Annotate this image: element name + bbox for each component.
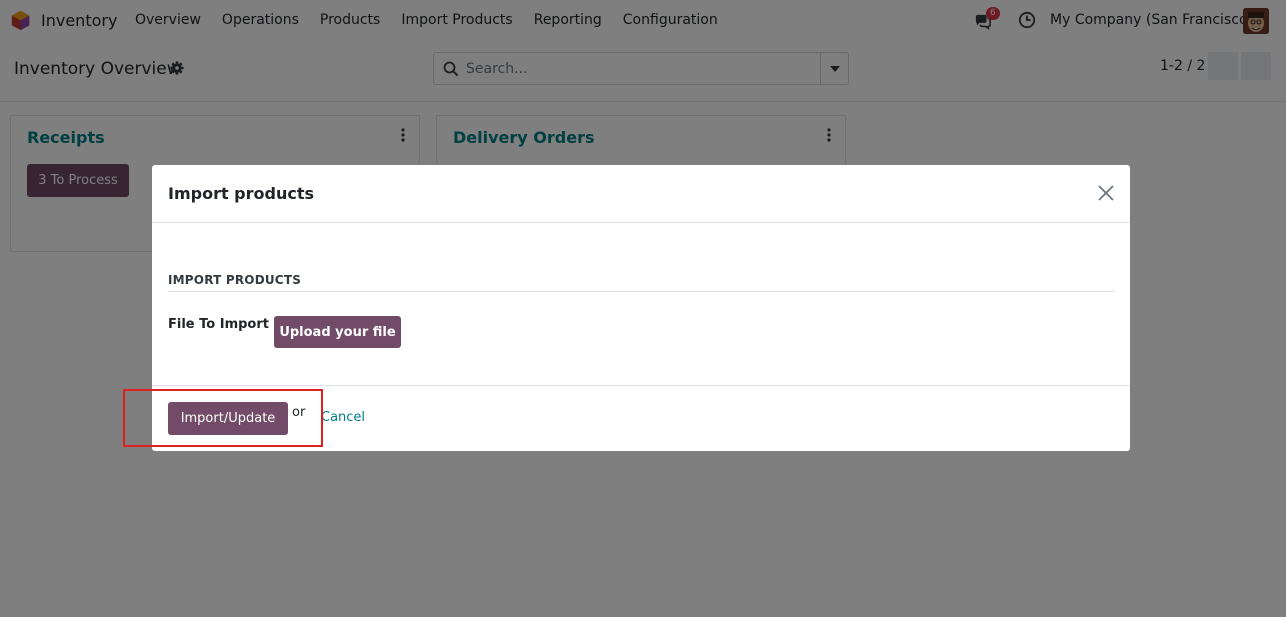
upload-file-button[interactable]: Upload your file — [274, 316, 401, 348]
dialog-title: Import products — [168, 184, 315, 203]
section-title: IMPORT PRODUCTS — [168, 273, 302, 287]
cancel-link[interactable]: Cancel — [321, 410, 365, 425]
dialog-header: Import products — [152, 165, 1130, 223]
highlight-box — [123, 389, 323, 447]
file-to-import-label: File To Import — [168, 317, 269, 332]
section-divider — [168, 291, 1115, 292]
close-icon[interactable] — [1098, 185, 1114, 201]
